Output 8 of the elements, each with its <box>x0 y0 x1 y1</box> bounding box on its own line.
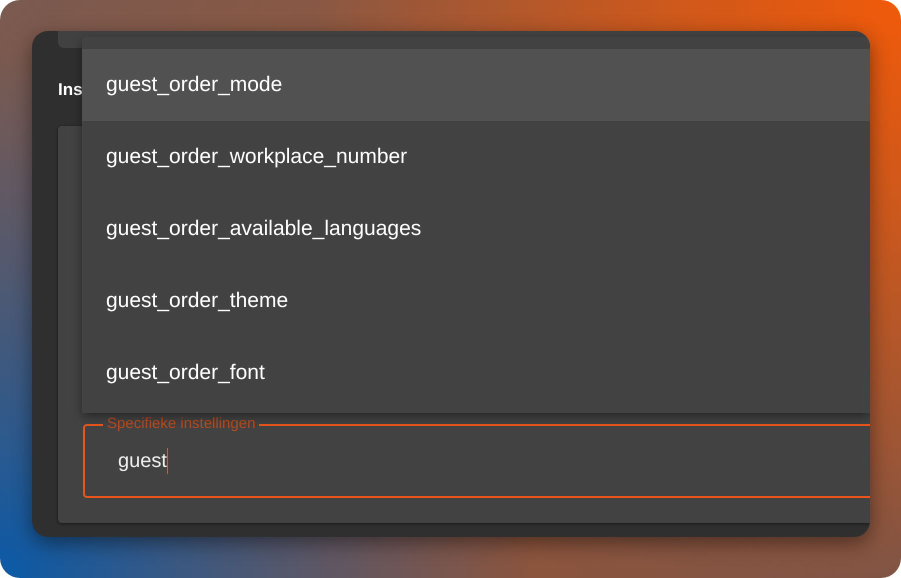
search-field[interactable]: Specifieke instellingen guest <box>83 415 870 498</box>
menu-item[interactable]: guest_order_available_languages <box>82 193 870 265</box>
menu-item[interactable]: guest_order_workplace_number <box>82 121 870 193</box>
menu-item[interactable]: guest_order_font <box>82 337 870 409</box>
menu-item[interactable]: guest_order_mode <box>82 49 870 121</box>
field-label: Specifieke instellingen <box>103 415 260 433</box>
section-heading: Ins <box>58 79 83 101</box>
menu-item[interactable]: guest_order_theme <box>82 265 870 337</box>
